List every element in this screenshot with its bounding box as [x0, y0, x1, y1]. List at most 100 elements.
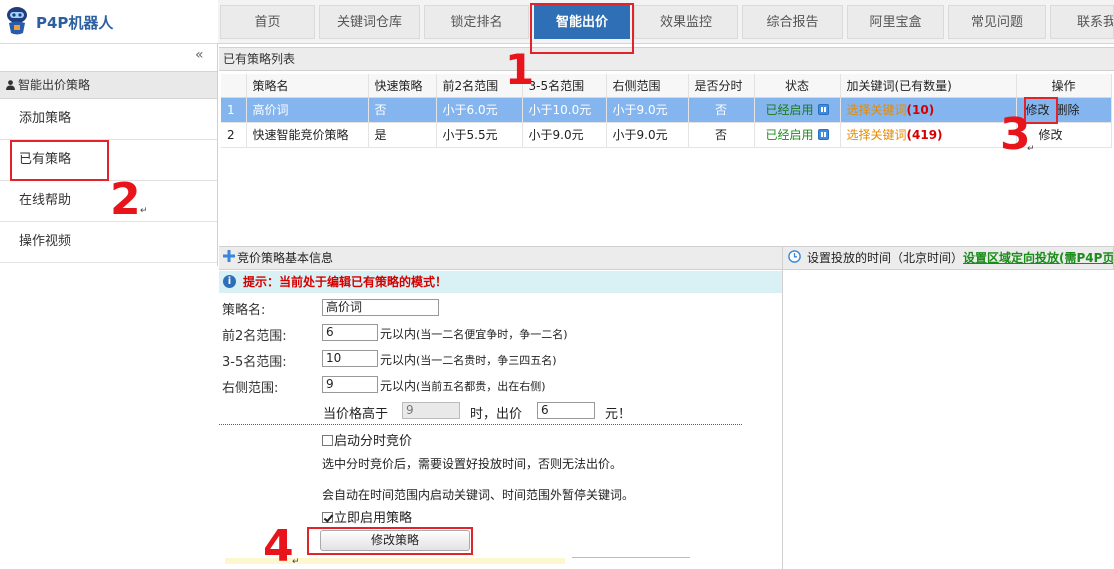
row-index: 2	[221, 122, 247, 148]
region-targeting-link[interactable]: 设置区域定向投放(需P4P页	[963, 251, 1113, 265]
row-fast: 否	[368, 97, 437, 123]
annotation-box-smart-bidding-tab	[530, 3, 634, 54]
robot-logo-icon	[7, 7, 27, 35]
top2-range-suffix: 元以内(当一二名便宜争时，争一二名)	[380, 325, 568, 342]
col-timeshare: 是否分时	[688, 74, 755, 98]
price-condition-prefix: 当价格高于	[323, 407, 389, 422]
row-status-cell: 已经启用	[754, 97, 841, 123]
return-mark: ↵	[292, 557, 300, 567]
edit-panel-header: 竞价策略基本信息	[219, 246, 782, 270]
schedule-title: 设置投放的时间（北京时间）	[807, 251, 964, 265]
section-divider	[219, 424, 742, 425]
annotation-number-1: 1	[505, 45, 535, 94]
right-range-suffix: 元以内(当前五名都贵，出在右侧)	[380, 377, 546, 394]
enable-checkbox[interactable]	[322, 512, 333, 523]
sidebar-item-add-strategy[interactable]: 添加策略	[0, 99, 217, 140]
edit-mode-tip: 提示：当前处于编辑已有策略的模式！	[219, 271, 782, 293]
table-header-row: 策略名 快速策略 前2名范围 3-5名范围 右侧范围 是否分时 状态 加关键词(…	[221, 74, 1112, 98]
schedule-panel-body	[782, 270, 1114, 569]
return-mark: ↵	[1027, 144, 1035, 154]
tab-lock-ranking[interactable]: 锁定排名	[424, 5, 529, 39]
row-top2: 小于6.0元	[436, 97, 523, 123]
price-condition-suffix: 元！	[605, 407, 632, 422]
bid-value-input[interactable]: 6	[537, 402, 595, 419]
row-top35: 小于9.0元	[522, 122, 607, 148]
strategy-name-label: 策略名:	[222, 303, 266, 318]
row-fast: 是	[368, 122, 437, 148]
strategy-list-header: 已有策略列表	[219, 47, 1114, 71]
price-condition-mid: 时，出价	[470, 407, 523, 422]
select-keywords-link[interactable]: 选择关键词	[847, 128, 907, 142]
top2-range-input[interactable]: 6	[322, 324, 378, 341]
enable-label: 立即启用策略	[334, 511, 413, 526]
top35-range-suffix: 元以内(当一二名贵时，争三四五名)	[380, 351, 557, 368]
clock-icon	[788, 250, 801, 263]
tab-ali-box[interactable]: 阿里宝盒	[847, 5, 944, 39]
annotation-number-4: 4	[263, 521, 294, 569]
tab-contact[interactable]: 联系我	[1050, 5, 1114, 39]
pause-icon[interactable]	[817, 129, 829, 140]
tab-home[interactable]: 首页	[220, 5, 315, 39]
row-name: 高价词	[246, 97, 369, 123]
table-row[interactable]: 2 快速智能竞价策略 是 小于5.5元 小于9.0元 小于9.0元 否 已经启用…	[221, 122, 1112, 148]
tab-reports[interactable]: 综合报告	[742, 5, 843, 39]
user-icon	[6, 80, 15, 90]
annotation-number-2: 2	[110, 174, 141, 225]
top2-suffix-text: 元以内	[380, 327, 417, 341]
row-keywords-cell: 选择关键词(419)	[840, 122, 1017, 148]
bottom-divider	[572, 557, 690, 558]
keyword-count: (10)	[906, 103, 935, 117]
tab-faq[interactable]: 常见问题	[948, 5, 1046, 39]
top35-suffix-text: 元以内	[380, 353, 417, 367]
status-badge: 已经启用	[765, 128, 814, 142]
collapse-sidebar-icon[interactable]: «	[195, 47, 204, 63]
col-keywords: 加关键词(已有数量)	[840, 74, 1017, 98]
top35-note: (当一二名贵时，争三四五名)	[416, 354, 557, 367]
timeshare-note: 选中分时竞价后，需要设置好投放时间，否则无法出价。	[322, 457, 623, 471]
price-threshold-input[interactable]: 9	[402, 402, 460, 419]
col-index	[221, 74, 247, 98]
main-nav: 首页 关键词仓库 锁定排名 智能出价 效果监控 综合报告 阿里宝盒 常见问题 联…	[218, 0, 1114, 44]
strategy-table: 策略名 快速策略 前2名范围 3-5名范围 右侧范围 是否分时 状态 加关键词(…	[221, 74, 1112, 148]
right-note: (当前五名都贵，出在右侧)	[416, 380, 546, 393]
top35-range-label: 3-5名范围:	[222, 355, 287, 370]
row-right: 小于9.0元	[606, 97, 689, 123]
col-right: 右侧范围	[606, 74, 689, 98]
timeshare-option[interactable]: 启动分时竞价	[322, 430, 412, 449]
right-range-label: 右侧范围:	[222, 381, 279, 396]
top2-note: (当一二名便宜争时，争一二名)	[416, 328, 568, 341]
tab-performance-monitor[interactable]: 效果监控	[634, 5, 738, 39]
row-top2: 小于5.5元	[436, 122, 523, 148]
sidebar-item-tutorial-video[interactable]: 操作视频	[0, 222, 217, 263]
col-fast: 快速策略	[368, 74, 437, 98]
sidebar-section-header: 智能出价策略	[0, 71, 217, 99]
strategy-name-input[interactable]: 高价词	[322, 299, 439, 316]
delete-link[interactable]: 删除	[1056, 103, 1080, 117]
brand-name: P4P机器人	[36, 14, 114, 32]
timeshare-label: 启动分时竞价	[334, 434, 413, 449]
top2-range-label: 前2名范围:	[222, 329, 287, 344]
top35-range-input[interactable]: 10	[322, 350, 378, 367]
col-status: 状态	[754, 74, 841, 98]
right-range-input[interactable]: 9	[322, 376, 378, 393]
row-status-cell: 已经启用	[754, 122, 841, 148]
tab-keyword-warehouse[interactable]: 关键词仓库	[319, 5, 420, 39]
enable-option[interactable]: 立即启用策略	[322, 507, 412, 526]
annotation-box-modify-button	[307, 527, 473, 555]
logo-area: P4P机器人	[0, 0, 218, 44]
status-badge: 已经启用	[765, 103, 814, 117]
select-keywords-link[interactable]: 选择关键词	[847, 103, 907, 117]
info-icon: i	[223, 275, 236, 288]
row-top35: 小于10.0元	[522, 97, 607, 123]
sidebar-item-online-help[interactable]: 在线帮助	[0, 181, 217, 222]
row-timeshare: 否	[688, 122, 755, 148]
app-root: P4P机器人 首页 关键词仓库 锁定排名 智能出价 效果监控 综合报告 阿里宝盒…	[0, 0, 1114, 569]
table-row[interactable]: 1 高价词 否 小于6.0元 小于10.0元 小于9.0元 否 已经启用 选择关…	[221, 97, 1112, 123]
row-timeshare: 否	[688, 97, 755, 123]
keyword-count: (419)	[906, 128, 943, 142]
edit-link[interactable]: 修改	[1039, 128, 1063, 142]
plus-icon	[223, 250, 235, 262]
row-keywords-cell: 选择关键词(10)	[840, 97, 1017, 123]
pause-icon[interactable]	[817, 104, 829, 115]
timeshare-checkbox[interactable]	[322, 435, 333, 446]
